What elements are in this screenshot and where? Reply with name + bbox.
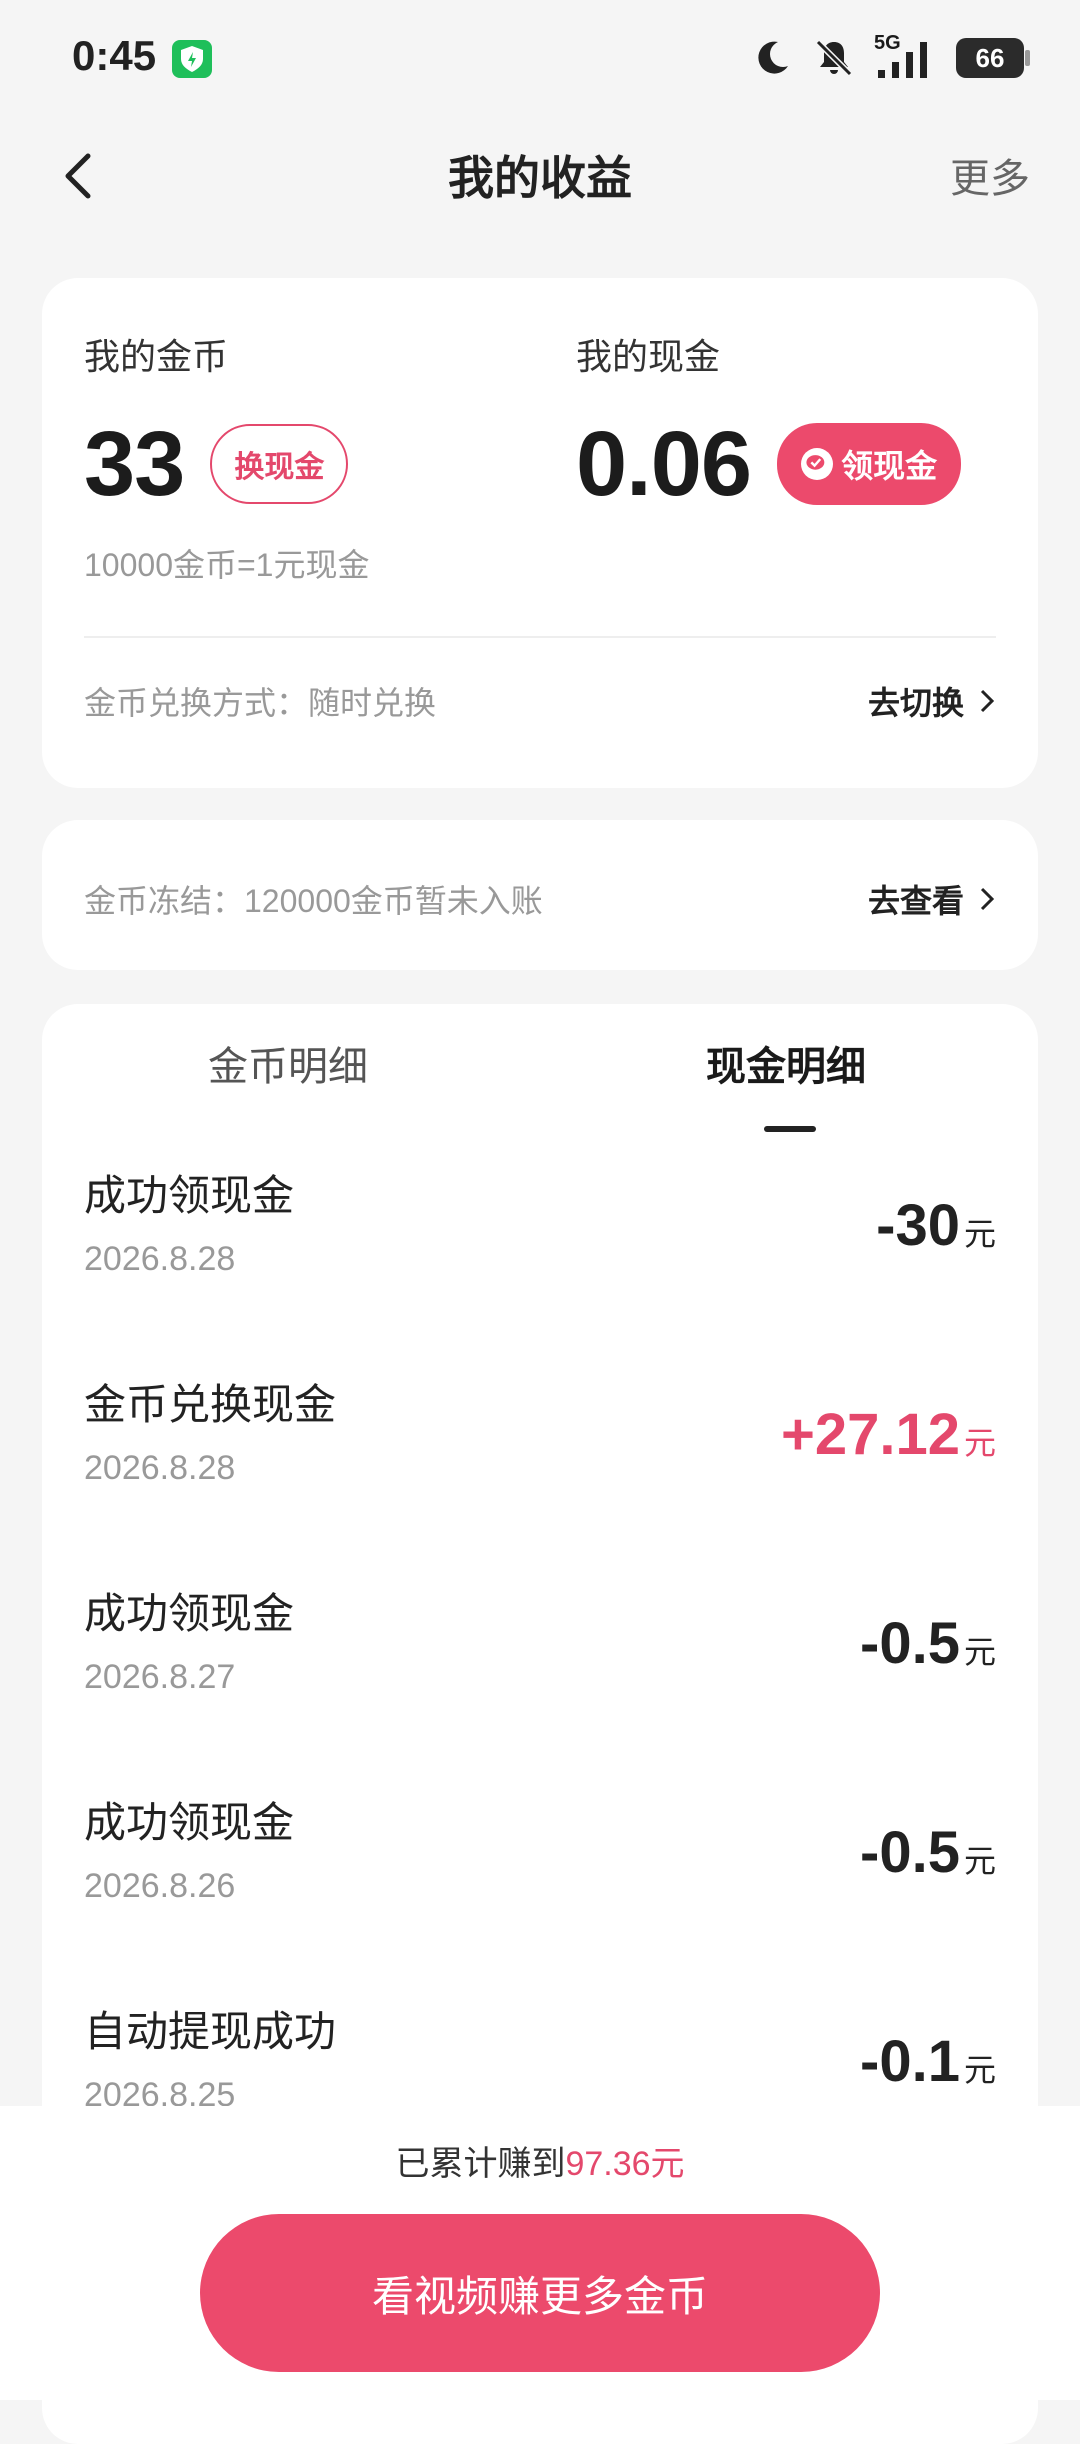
amount-value: -30 [876,1193,960,1258]
view-link[interactable]: 去查看 [868,876,996,922]
tab-cash-detail[interactable]: 现金明细 [706,1034,866,1092]
amount-value: -0.5 [860,1820,960,1885]
chevron-right-icon [980,689,995,713]
coin-value: 33 [84,413,185,515]
watch-video-button[interactable]: 看视频赚更多金币 [200,2214,880,2372]
amount-unit: 元 [963,2052,996,2088]
amount-value: -0.5 [860,1611,960,1676]
battery-indicator: 66 [956,38,1030,78]
chevron-right-icon [980,887,995,911]
total-prefix: 已累计赚到 [395,2145,566,2183]
transaction-date: 2026.8.28 [84,1240,236,1278]
transaction-amount: -30 元 [876,1192,996,1259]
more-button[interactable]: 更多 [950,146,1030,204]
transaction-date: 2026.8.26 [84,1867,236,1905]
frozen-row: 金币冻结：120000金币暂未入账 去查看 [84,876,996,922]
transaction-row: 金币兑换现金 2026.8.28 +27.12 元 [84,1363,996,1572]
switch-label: 去切换 [867,685,964,721]
amount-unit: 元 [963,1634,996,1670]
active-tab-indicator [764,1126,816,1132]
nav-header: 我的收益 更多 [0,120,1080,230]
total-earned: 已累计赚到97.36元 [0,2136,1080,2185]
transaction-date: 2026.8.27 [84,1658,236,1696]
amount-unit: 元 [963,1216,996,1252]
transaction-title: 成功领现金 [84,1590,295,1637]
total-value: 97.36元 [565,2145,685,2183]
claim-cash-label: 领现金 [841,448,938,484]
mute-bell-icon [815,39,853,77]
switch-link[interactable]: 去切换 [868,678,996,724]
amount-unit: 元 [963,1843,996,1879]
cash-value: 0.06 [576,413,752,515]
transaction-title: 成功领现金 [84,1172,295,1219]
view-label: 去查看 [867,883,964,919]
frozen-text: 金币冻结：120000金币暂未入账 [84,883,543,919]
page-title: 我的收益 [448,152,632,204]
transaction-list: 成功领现金 2026.8.28 -30 元金币兑换现金 2026.8.28 +27.12 元… [84,1154,996,2199]
transaction-title: 自动提现成功 [84,2008,337,2055]
divider [84,636,996,638]
coin-label: 我的金币 [84,336,229,377]
do-not-disturb-moon-icon [758,41,788,74]
status-time: 0:45 [72,32,157,79]
cash-balance: 我的现金 0.06 领现金 [576,328,962,515]
claim-cash-button[interactable]: 领现金 [777,423,962,505]
exchange-cash-button[interactable]: 换现金 [210,424,349,504]
amount-value: +27.12 [780,1402,960,1467]
amount-unit: 元 [963,1425,996,1461]
tab-coin-detail[interactable]: 金币明细 [208,1034,368,1092]
signal-bars-icon [878,42,927,78]
cash-label: 我的现金 [576,336,721,377]
detail-tabs: 金币明细 现金明细 [42,1034,1038,1132]
signal-5g: 5G [874,32,938,80]
transaction-amount: -0.1 元 [860,2028,996,2095]
bottom-bar: 已累计赚到97.36元 看视频赚更多金币 [0,2106,1080,2400]
transaction-amount: +27.12 元 [781,1401,996,1468]
exchange-method: 金币兑换方式：随时兑换 [84,685,437,721]
transaction-amount: -0.5 元 [860,1610,996,1677]
coin-balance: 我的金币 33 换现金 [84,328,349,515]
transaction-row: 成功领现金 2026.8.26 -0.5 元 [84,1781,996,1990]
amount-value: -0.1 [860,2029,960,2094]
security-shield-icon [172,40,212,78]
transaction-row: 成功领现金 2026.8.27 -0.5 元 [84,1572,996,1781]
status-bar: 0:45 5G 66 [0,0,1080,120]
transaction-amount: -0.5 元 [860,1819,996,1886]
wechat-icon [801,448,834,480]
transaction-title: 金币兑换现金 [84,1381,337,1428]
frozen-coins-card: 金币冻结：120000金币暂未入账 去查看 [42,820,1038,970]
transaction-title: 成功领现金 [84,1799,295,1846]
transaction-date: 2026.8.28 [84,1449,236,1487]
transaction-row: 成功领现金 2026.8.28 -30 元 [84,1154,996,1363]
exchange-method-row: 金币兑换方式：随时兑换 去切换 [84,678,996,724]
balance-card: 我的金币 33 换现金 我的现金 0.06 领现金 10000金币=1元现金 金… [42,278,1038,788]
exchange-rate: 10000金币=1元现金 [84,547,370,583]
